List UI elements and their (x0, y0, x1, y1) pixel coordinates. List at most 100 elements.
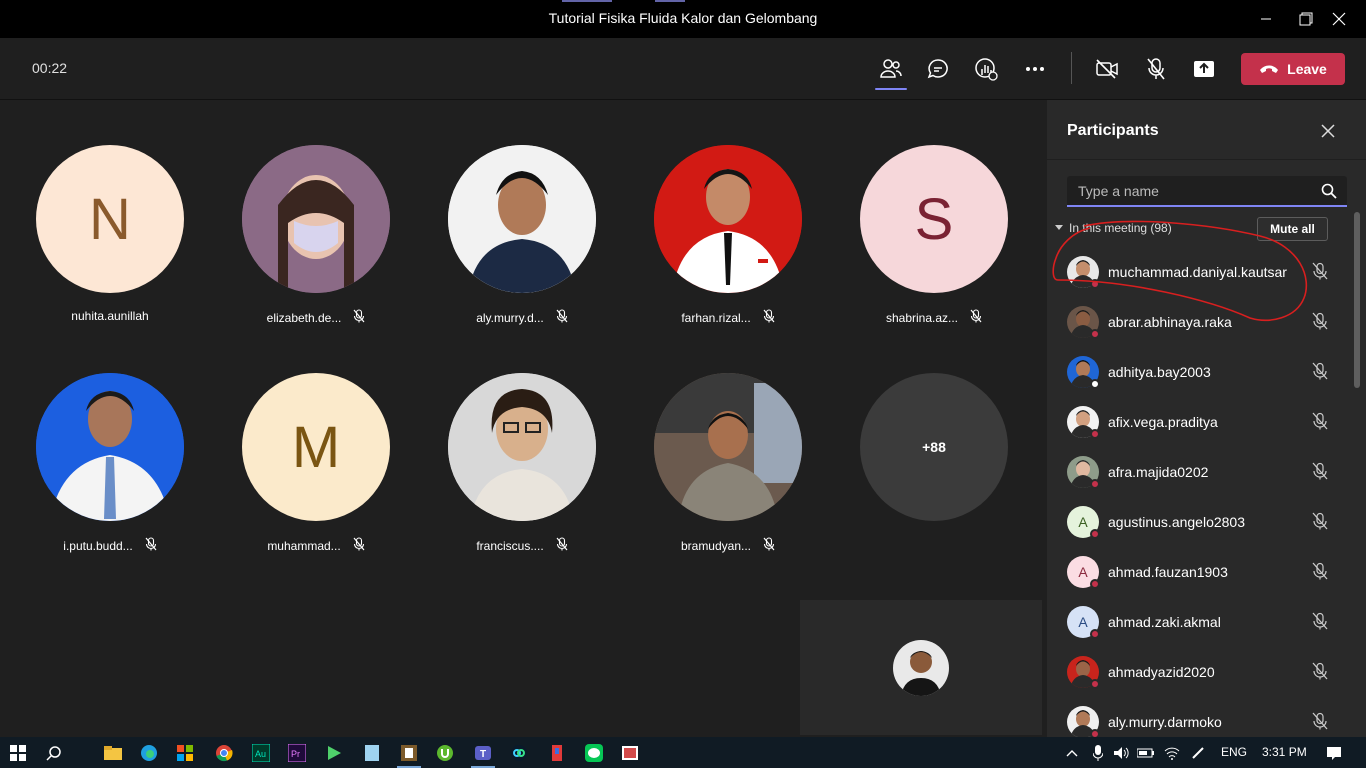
participant-avatar (242, 145, 390, 293)
mic-off-icon (1312, 512, 1328, 530)
mute-participant-button[interactable] (1311, 712, 1329, 735)
participant-tile[interactable]: Sshabrina.az... (839, 145, 1029, 345)
clock[interactable]: 3:31 PM (1262, 745, 1307, 759)
self-view[interactable] (800, 600, 1042, 735)
mute-participant-button[interactable] (1311, 662, 1329, 685)
chat-button[interactable] (918, 50, 958, 88)
participant-list: muchammad.daniyal.kautsar abrar.abhinaya.… (1047, 247, 1352, 747)
participant-name: muchammad.daniyal.kautsar (1108, 264, 1287, 280)
mute-participant-button[interactable] (1311, 612, 1329, 635)
more-actions-button[interactable] (1015, 50, 1055, 88)
mic-toggle-button[interactable] (1136, 50, 1176, 88)
participant-avatar (654, 373, 802, 521)
file-explorer-icon[interactable] (95, 737, 131, 768)
participant-tile[interactable]: Mmuhammad... (221, 373, 411, 573)
participant-name: nuhita.aunillah (71, 309, 149, 323)
close-panel-button[interactable] (1319, 122, 1339, 142)
participant-tile[interactable]: aly.murry.d... (427, 145, 617, 345)
paint-icon[interactable] (539, 737, 575, 768)
participant-row[interactable]: afix.vega.praditya (1047, 397, 1352, 447)
participant-name: bramudyan... (680, 538, 752, 553)
media-player-icon[interactable] (316, 737, 352, 768)
mic-off-icon (763, 309, 775, 323)
chevron-up-icon[interactable] (1060, 737, 1084, 768)
participant-tile[interactable]: i.putu.budd... (15, 373, 205, 573)
mute-participant-button[interactable] (1311, 512, 1329, 535)
mic-off-icon (1312, 312, 1328, 330)
edge-icon[interactable] (131, 737, 167, 768)
participant-tile[interactable]: Nnuhita.aunillah (15, 145, 205, 345)
chrome-icon[interactable] (206, 737, 242, 768)
raise-hand-button[interactable] (966, 50, 1006, 88)
search-taskbar-button[interactable] (36, 737, 72, 768)
in-meeting-section[interactable]: In this meeting (98) (1055, 221, 1172, 235)
presence-status-icon (1090, 479, 1100, 489)
scrollbar[interactable] (1354, 212, 1360, 388)
mic-off-icon (1312, 412, 1328, 430)
mute-all-button[interactable]: Mute all (1257, 217, 1328, 241)
participant-tile[interactable]: farhan.rizal... (633, 145, 823, 345)
presence-status-icon (1090, 279, 1100, 289)
photo-app-icon[interactable] (612, 737, 648, 768)
svg-text:Pr: Pr (291, 749, 300, 759)
mute-participant-button[interactable] (1311, 262, 1329, 285)
start-button[interactable] (0, 737, 36, 768)
teams-icon[interactable]: T (465, 737, 501, 768)
premiere-icon[interactable]: Pr (279, 737, 315, 768)
mute-participant-button[interactable] (1311, 562, 1329, 585)
mute-participant-button[interactable] (1311, 462, 1329, 485)
leave-button[interactable]: Leave (1241, 53, 1345, 85)
utorrent-icon[interactable] (427, 737, 463, 768)
participant-row[interactable]: muchammad.daniyal.kautsar (1047, 247, 1352, 297)
participants-button[interactable] (871, 50, 911, 90)
volume-icon[interactable] (1110, 737, 1134, 768)
close-window-button[interactable] (1316, 0, 1362, 38)
participant-name: elizabeth.de... (266, 310, 342, 325)
taskbar: Au Pr T ENG 3:31 PM (0, 737, 1366, 768)
wifi-icon[interactable] (1160, 737, 1184, 768)
participant-tile[interactable]: elizabeth.de... (221, 145, 411, 345)
search-icon (46, 745, 61, 761)
audition-icon[interactable]: Au (243, 737, 279, 768)
store-icon[interactable] (167, 737, 203, 768)
line-icon[interactable] (576, 737, 612, 768)
app-icon[interactable] (391, 737, 427, 768)
title-bar: Tutorial Fisika Fluida Kalor dan Gelomba… (0, 0, 1366, 38)
participant-tile[interactable]: franciscus.... (427, 373, 617, 573)
participant-avatar: M (242, 373, 390, 521)
mic-off-icon (1312, 562, 1328, 580)
battery-icon[interactable] (1134, 737, 1158, 768)
camera-toggle-button[interactable] (1087, 50, 1127, 88)
mute-participant-button[interactable] (1311, 362, 1329, 385)
search-icon[interactable] (1321, 183, 1337, 199)
participant-name: ahmad.zaki.akmal (1108, 614, 1221, 630)
mic-off-icon (1312, 662, 1328, 680)
participant-row[interactable]: afra.majida0202 (1047, 447, 1352, 497)
language-indicator[interactable]: ENG (1221, 745, 1247, 759)
participant-search[interactable] (1067, 176, 1347, 207)
search-input[interactable] (1078, 183, 1308, 199)
pen-icon[interactable] (1186, 737, 1210, 768)
participant-row[interactable]: Aagustinus.angelo2803 (1047, 497, 1352, 547)
participant-name: agustinus.angelo2803 (1108, 514, 1246, 530)
microphone-tray-icon[interactable] (1086, 737, 1110, 768)
webex-icon[interactable] (501, 737, 537, 768)
participant-tile[interactable]: +88 (839, 373, 1029, 573)
mute-participant-button[interactable] (1311, 412, 1329, 435)
mute-participant-button[interactable] (1311, 312, 1329, 335)
participant-row[interactable]: adhitya.bay2003 (1047, 347, 1352, 397)
participant-row[interactable]: Aahmad.zaki.akmal (1047, 597, 1352, 647)
participant-name: farhan.rizal... (681, 310, 751, 325)
participant-row[interactable]: abrar.abhinaya.raka (1047, 297, 1352, 347)
participant-tile[interactable]: bramudyan... (633, 373, 823, 573)
tile-name-row: shabrina.az... (839, 309, 1029, 326)
notifications-icon[interactable] (1316, 737, 1352, 768)
notes-icon[interactable] (354, 737, 390, 768)
muted-indicator (556, 537, 568, 554)
minimize-icon (1261, 18, 1271, 20)
participant-row[interactable]: ahmadyazid2020 (1047, 647, 1352, 697)
share-button[interactable] (1184, 50, 1224, 88)
participant-avatar (654, 145, 802, 293)
participant-row[interactable]: Aahmad.fauzan1903 (1047, 547, 1352, 597)
avatar-initial: M (291, 414, 341, 480)
